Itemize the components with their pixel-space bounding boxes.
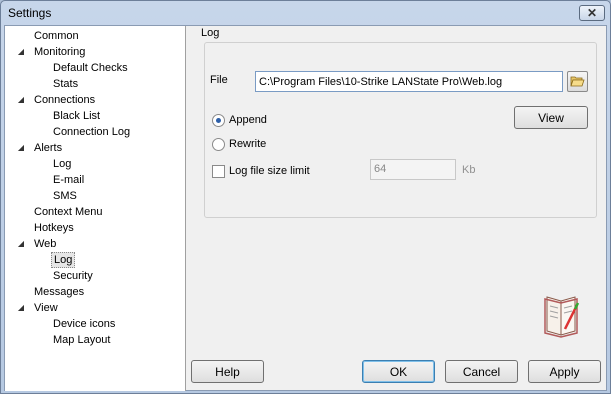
tree-item[interactable]: Device icons: [51, 316, 117, 332]
view-button[interactable]: View: [514, 106, 588, 129]
rewrite-radio[interactable]: [212, 138, 225, 151]
tree-item[interactable]: Log: [51, 156, 73, 172]
expand-arrow-icon[interactable]: ◢: [16, 44, 26, 60]
tree-item[interactable]: Messages: [32, 284, 86, 300]
ok-button[interactable]: OK: [362, 360, 435, 383]
log-group-frame: [204, 42, 597, 218]
size-limit-label[interactable]: Log file size limit: [229, 165, 310, 177]
tree-item[interactable]: View: [32, 300, 60, 316]
expand-arrow-icon[interactable]: ◢: [16, 300, 26, 316]
tree-item[interactable]: Security: [51, 268, 95, 284]
tree-item[interactable]: Default Checks: [51, 60, 130, 76]
close-button[interactable]: ✕: [579, 5, 605, 21]
tree-item[interactable]: Connection Log: [51, 124, 132, 140]
size-limit-checkbox[interactable]: [212, 165, 225, 178]
browse-button[interactable]: [567, 71, 588, 92]
tree-item[interactable]: Hotkeys: [32, 220, 76, 236]
size-unit-label: Kb: [462, 164, 476, 176]
tree-item[interactable]: E-mail: [51, 172, 86, 188]
log-group-label: Log: [201, 27, 220, 39]
tree-item[interactable]: Alerts: [32, 140, 64, 156]
file-path-input[interactable]: [255, 71, 563, 92]
append-label[interactable]: Append: [229, 114, 267, 126]
tree-item[interactable]: Web: [32, 236, 58, 252]
close-icon: ✕: [586, 6, 598, 20]
tree-item[interactable]: Map Layout: [51, 332, 112, 348]
settings-tree[interactable]: Common ◢ Monitoring Default Checks Stats ◢ Con…: [5, 26, 186, 391]
apply-button[interactable]: Apply: [528, 360, 601, 383]
settings-window: Settings ✕ Common ◢ Monitoring Default Chec…: [0, 0, 611, 394]
tree-item[interactable]: Common: [32, 28, 81, 44]
tree-item[interactable]: Monitoring: [32, 44, 87, 60]
tree-item[interactable]: Connections: [32, 92, 97, 108]
expand-arrow-icon[interactable]: ◢: [16, 92, 26, 108]
rewrite-label[interactable]: Rewrite: [229, 138, 266, 150]
tree-item[interactable]: Log: [51, 252, 76, 268]
tree-item[interactable]: Black List: [51, 108, 102, 124]
expand-arrow-icon[interactable]: ◢: [16, 236, 26, 252]
expand-arrow-icon[interactable]: ◢: [16, 140, 26, 156]
title-bar[interactable]: Settings ✕: [1, 1, 610, 25]
open-folder-icon: [570, 76, 585, 87]
tree-item[interactable]: SMS: [51, 188, 79, 204]
file-label: File: [210, 74, 228, 86]
tree-item[interactable]: Context Menu: [32, 204, 104, 220]
cancel-button[interactable]: Cancel: [445, 360, 518, 383]
tree-item[interactable]: Stats: [51, 76, 80, 92]
size-limit-input[interactable]: 64: [370, 159, 456, 180]
book-icon: [544, 296, 580, 338]
append-radio[interactable]: [212, 114, 225, 127]
help-button[interactable]: Help: [191, 360, 264, 383]
window-title: Settings: [8, 6, 52, 20]
